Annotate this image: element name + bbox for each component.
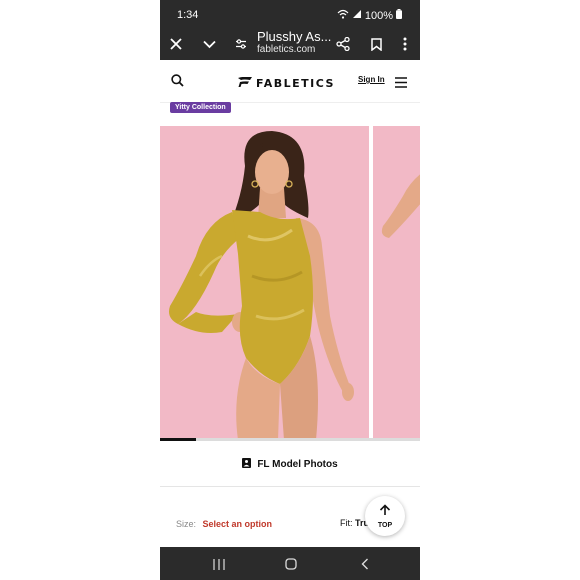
back-to-top-button[interactable]: TOP [365, 496, 405, 536]
wifi-icon [337, 9, 349, 22]
fabletics-logo[interactable]: FABLETICS [238, 74, 335, 92]
recent-apps-icon[interactable] [208, 555, 230, 573]
section-divider [160, 486, 420, 487]
signal-icon [352, 9, 362, 22]
product-photo-main[interactable] [160, 126, 369, 440]
share-icon[interactable] [331, 32, 355, 56]
photo-icon [242, 457, 252, 471]
chevron-down-icon[interactable] [197, 32, 221, 56]
model-arm-illustration [381, 174, 420, 238]
size-select-option[interactable]: Select an option [203, 519, 273, 529]
status-bar: 1:34 100% [160, 0, 420, 28]
arrow-up-icon [379, 503, 391, 521]
fit-label: Fit: [340, 518, 353, 528]
back-icon[interactable] [354, 555, 376, 573]
model-photos-link[interactable]: FL Model Photos [160, 455, 420, 473]
size-selector[interactable]: Size: Select an option [176, 519, 272, 529]
product-gallery[interactable] [160, 126, 420, 440]
status-time: 1:34 [177, 9, 199, 21]
hamburger-menu-icon[interactable] [395, 75, 407, 93]
bookmark-icon[interactable] [364, 32, 388, 56]
android-nav-bar [160, 547, 420, 580]
sign-in-link[interactable]: Sign In [358, 75, 385, 84]
close-icon[interactable] [164, 32, 188, 56]
battery-text: 100% [364, 9, 393, 22]
site-header: FABLETICS Sign In [160, 60, 420, 103]
search-icon[interactable] [171, 74, 184, 92]
status-right: 100% [337, 9, 402, 22]
gallery-progress-fill [160, 438, 197, 441]
browser-toolbar: Plusshy As... fabletics.com [160, 28, 420, 60]
gallery-progress-bar [160, 438, 420, 441]
page-url[interactable]: fabletics.com [257, 44, 315, 55]
more-menu-icon[interactable] [393, 32, 417, 56]
size-label: Size: [176, 519, 197, 529]
site-settings-icon[interactable] [229, 32, 253, 56]
home-icon[interactable] [280, 555, 302, 573]
top-label: TOP [377, 522, 393, 529]
model-photos-label: FL Model Photos [257, 458, 338, 470]
logo-text: FABLETICS [256, 76, 335, 90]
product-photo-next[interactable] [373, 126, 420, 440]
model-illustration [169, 131, 354, 440]
phone-screen: 1:34 100% Plusshy As... fabletics.com FA… [160, 0, 420, 580]
collection-badge[interactable]: Yitty Collection [170, 102, 231, 113]
battery-icon [396, 9, 402, 22]
page-title: Plusshy As... [257, 29, 332, 44]
fabletics-mark-icon [238, 74, 252, 92]
